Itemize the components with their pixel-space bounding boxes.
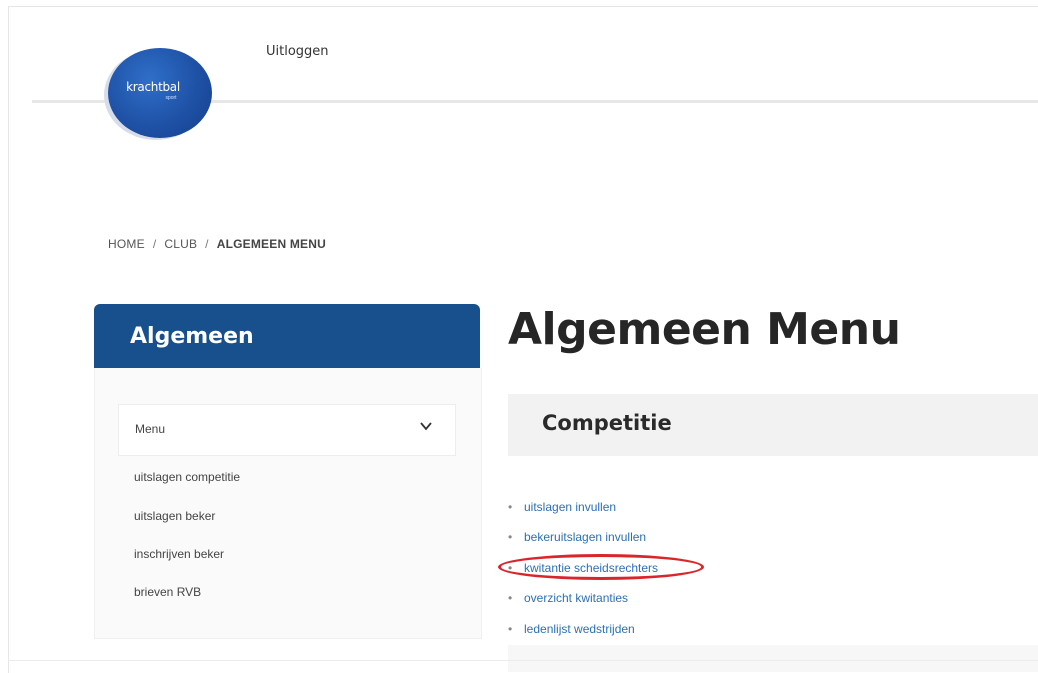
link-ledenlijst-wedstrijden[interactable]: ledenlijst wedstrijden [524, 622, 635, 636]
krachtbal-logo[interactable]: krachtbal sport [108, 48, 212, 138]
bullet-icon: • [508, 500, 513, 514]
breadcrumb: HOME / CLUB / ALGEMEEN MENU [108, 237, 326, 251]
sidebar-header: Algemeen [94, 304, 480, 368]
bottom-divider [8, 660, 1038, 661]
logout-link[interactable]: Uitloggen [266, 44, 329, 59]
menu-dropdown[interactable]: Menu [118, 404, 456, 456]
logo-text: krachtbal [126, 79, 180, 94]
sidebar-item-uitslagen-competitie[interactable]: uitslagen competitie [134, 470, 240, 484]
breadcrumb-current: ALGEMEEN MENU [216, 237, 326, 251]
highlight-circle [498, 554, 704, 580]
section-title: Competitie [542, 411, 672, 435]
section-header: Competitie [508, 394, 1038, 456]
sidebar-item-brieven-rvb[interactable]: brieven RVB [134, 585, 201, 599]
list-item: • uitslagen invullen [508, 500, 616, 514]
breadcrumb-home[interactable]: HOME [108, 237, 145, 251]
sidebar-item-inschrijven-beker[interactable]: inschrijven beker [134, 547, 224, 561]
breadcrumb-separator: / [152, 237, 157, 251]
sidebar-title: Algemeen [130, 324, 254, 349]
chevron-down-icon [420, 422, 432, 431]
list-item: • ledenlijst wedstrijden [508, 622, 635, 636]
content-footer-bar [508, 645, 1038, 672]
menu-dropdown-label: Menu [135, 422, 166, 436]
bullet-icon: • [508, 530, 513, 544]
bullet-icon: • [508, 591, 513, 605]
list-item: • bekeruitslagen invullen [508, 530, 646, 544]
sidebar-item-uitslagen-beker[interactable]: uitslagen beker [134, 509, 215, 523]
link-bekeruitslagen-invullen[interactable]: bekeruitslagen invullen [524, 530, 646, 544]
bullet-icon: • [508, 622, 513, 636]
logo-subtext: sport [165, 94, 177, 101]
page-title: Algemeen Menu [508, 304, 901, 355]
list-item: • overzicht kwitanties [508, 591, 628, 605]
link-overzicht-kwitanties[interactable]: overzicht kwitanties [524, 591, 628, 605]
breadcrumb-club[interactable]: CLUB [164, 237, 197, 251]
link-uitslagen-invullen[interactable]: uitslagen invullen [524, 500, 616, 514]
breadcrumb-separator: / [205, 237, 209, 251]
